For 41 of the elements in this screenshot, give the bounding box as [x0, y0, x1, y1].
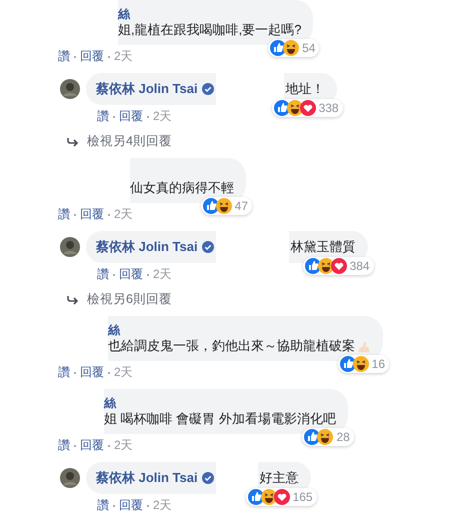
comment-text: 好主意: [260, 469, 299, 487]
comment-text: 林黛玉體質: [290, 238, 356, 256]
view-more-replies-link[interactable]: 檢視另6則回覆: [87, 291, 172, 308]
action-link[interactable]: 讚: [97, 266, 109, 283]
action-link[interactable]: 回覆: [80, 437, 104, 454]
author-name[interactable]: 絲: [108, 322, 371, 337]
action-link[interactable]: 回覆: [80, 364, 104, 381]
reply-arrow-icon: [67, 294, 79, 304]
action-link[interactable]: 讚: [97, 108, 109, 125]
avatar[interactable]: [60, 468, 80, 488]
action-link[interactable]: 回覆: [80, 48, 104, 65]
action-link[interactable]: 讚: [58, 364, 70, 381]
comment-text: 仙女真的病得不輕: [130, 179, 234, 197]
action-link[interactable]: 讚: [58, 48, 70, 65]
reaction-count: 338: [318, 101, 339, 115]
comment-text: 也給調皮鬼一張，釣他出來～協助龍植破案: [108, 337, 371, 355]
reaction-count: 165: [292, 490, 313, 504]
action-link[interactable]: 回覆: [80, 206, 104, 223]
comment-text: 地址！: [286, 80, 325, 98]
view-more-replies-link[interactable]: 檢視另4則回覆: [87, 133, 172, 150]
reaction-count: 28: [336, 430, 350, 444]
author-name[interactable]: 蔡依林 Jolin Tsai: [96, 80, 198, 98]
action-link[interactable]: 回覆: [119, 497, 143, 514]
action-link[interactable]: 回覆: [119, 266, 143, 283]
author-name[interactable]: 絲: [104, 395, 336, 410]
comment-text: 姐 喝杯咖啡 會礙胃 外加看場電影消化吧: [104, 410, 336, 428]
avatar[interactable]: [60, 237, 80, 257]
action-link[interactable]: 讚: [58, 437, 70, 454]
reply-arrow-icon: [67, 136, 79, 146]
author-name[interactable]: 絲: [118, 6, 302, 21]
avatar[interactable]: [60, 79, 80, 99]
reaction-count: 47: [234, 199, 248, 213]
reaction-count: 384: [350, 259, 370, 273]
author-name[interactable]: 蔡依林 Jolin Tsai: [96, 238, 198, 256]
action-link[interactable]: 讚: [58, 206, 70, 223]
comment-text: 姐,龍植在跟我喝咖啡,要一起嗎?: [118, 21, 302, 39]
action-link[interactable]: 讚: [97, 497, 109, 514]
reaction-count: 54: [302, 41, 316, 55]
author-name[interactable]: 蔡依林 Jolin Tsai: [96, 469, 198, 487]
reaction-count: 16: [372, 357, 385, 371]
action-link[interactable]: 回覆: [119, 108, 143, 125]
